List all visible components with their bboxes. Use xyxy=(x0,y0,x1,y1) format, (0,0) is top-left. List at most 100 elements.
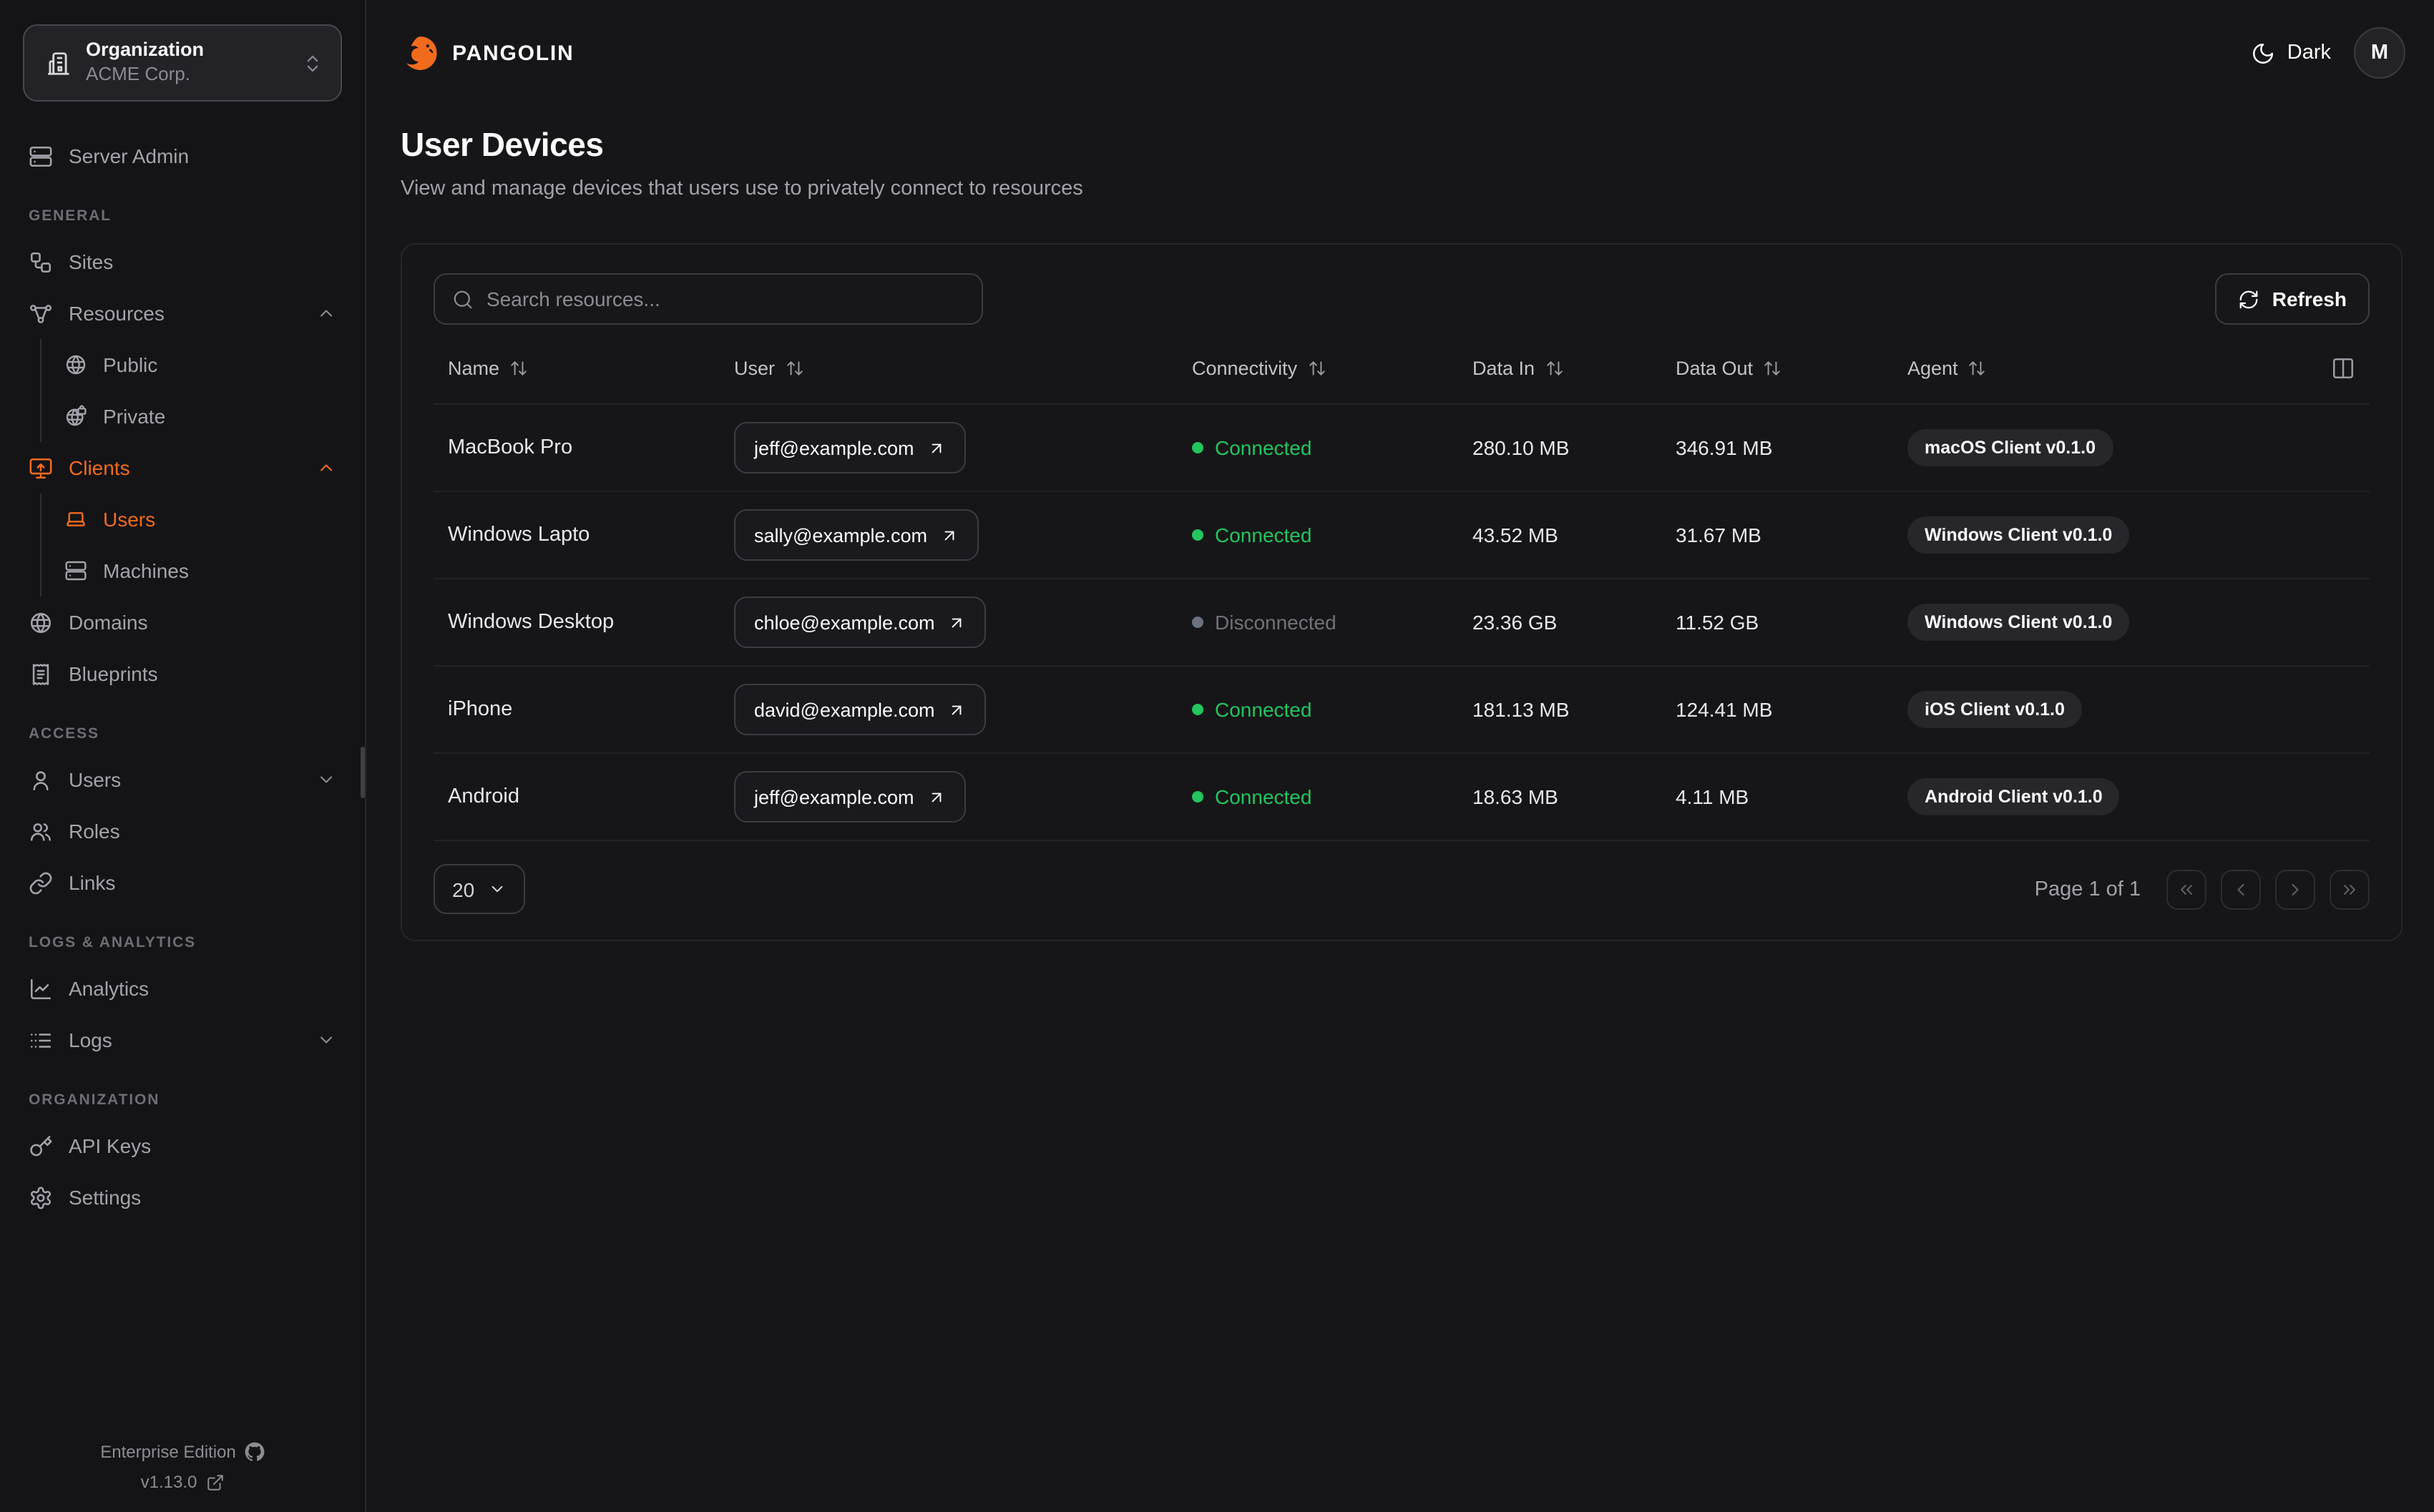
arrow-up-right-icon xyxy=(927,787,946,806)
status-label: Connected xyxy=(1215,698,1312,721)
github-icon[interactable] xyxy=(245,1442,265,1462)
sidebar-item-clients-users[interactable]: Users xyxy=(59,494,342,545)
section-general: GENERAL xyxy=(29,207,112,225)
connectivity-status: Connected xyxy=(1192,524,1472,546)
prev-page-button[interactable] xyxy=(2221,869,2261,909)
org-selector-label: Organization xyxy=(86,39,205,61)
chevron-up-icon[interactable] xyxy=(316,458,336,478)
first-page-button[interactable] xyxy=(2166,869,2206,909)
data-in: 280.10 MB xyxy=(1472,436,1570,459)
column-header-data-out[interactable]: Data Out xyxy=(1676,358,1907,379)
brand[interactable]: PANGOLIN xyxy=(401,34,575,72)
device-name: MacBook Pro xyxy=(448,436,573,459)
section-access: ACCESS xyxy=(29,725,99,742)
user-link-button[interactable]: david@example.com xyxy=(734,684,987,735)
columns-toggle-button[interactable] xyxy=(2331,356,2355,381)
globe-icon xyxy=(64,353,87,376)
sidebar-item-label: API Keys xyxy=(69,1134,152,1157)
sidebar-item-label: Private xyxy=(103,405,166,428)
sidebar-item-public[interactable]: Public xyxy=(59,339,342,391)
sidebar-item-machines[interactable]: Machines xyxy=(59,545,342,597)
data-in: 23.36 GB xyxy=(1472,611,1558,634)
data-out: 4.11 MB xyxy=(1676,785,1749,808)
status-label: Connected xyxy=(1215,785,1312,808)
user-link-button[interactable]: jeff@example.com xyxy=(734,771,966,823)
search-box xyxy=(434,273,983,325)
user-link-button[interactable]: sally@example.com xyxy=(734,509,979,561)
theme-toggle-button[interactable]: Dark xyxy=(2252,41,2331,65)
laptop-icon xyxy=(64,508,87,531)
sidebar-item-private[interactable]: Private xyxy=(59,391,342,442)
sidebar-item-settings[interactable]: Settings xyxy=(23,1172,342,1223)
connectivity-status: Disconnected xyxy=(1192,611,1472,634)
sidebar-item-roles[interactable]: Roles xyxy=(23,805,342,857)
chart-line-icon xyxy=(29,976,53,1001)
sidebar-item-sites[interactable]: Sites xyxy=(23,236,342,288)
sidebar-scrollbar-thumb[interactable] xyxy=(361,747,365,798)
column-header-name[interactable]: Name xyxy=(448,358,734,379)
pager: Page 1 of 1 xyxy=(2035,869,2370,909)
clients-subnav: Users Machines xyxy=(40,494,342,597)
sidebar-item-users[interactable]: Users xyxy=(23,754,342,805)
building-icon xyxy=(44,49,72,77)
page-size-select[interactable]: 20 xyxy=(434,864,525,914)
devices-card: Refresh Name User Connectivity Da xyxy=(401,243,2403,941)
sidebar-item-domains[interactable]: Domains xyxy=(23,597,342,648)
sidebar-nav: Server Admin GENERAL Sites Resources Pub… xyxy=(23,130,342,1223)
resources-subnav: Public Private xyxy=(40,339,342,442)
sidebar-item-logs[interactable]: Logs xyxy=(23,1014,342,1066)
link-icon xyxy=(29,870,53,895)
page-size-value: 20 xyxy=(452,878,475,900)
server-icon xyxy=(64,559,87,582)
device-name: Windows Desktop xyxy=(448,611,615,634)
org-selector[interactable]: Organization ACME Corp. xyxy=(23,24,342,102)
sidebar-item-clients[interactable]: Clients xyxy=(23,442,342,494)
chevron-down-icon[interactable] xyxy=(316,770,336,790)
card-toolbar: Refresh xyxy=(434,273,2370,325)
sort-icon xyxy=(509,359,528,378)
sort-icon xyxy=(1968,359,1987,378)
gear-icon xyxy=(29,1185,53,1209)
brand-name: PANGOLIN xyxy=(452,41,575,65)
sidebar-item-links[interactable]: Links xyxy=(23,857,342,908)
user-link-button[interactable]: chloe@example.com xyxy=(734,597,987,648)
data-in: 18.63 MB xyxy=(1472,785,1558,808)
sidebar-item-api-keys[interactable]: API Keys xyxy=(23,1120,342,1172)
avatar[interactable]: M xyxy=(2354,27,2405,79)
sidebar-item-resources[interactable]: Resources xyxy=(23,288,342,339)
device-name: Android xyxy=(448,785,519,808)
search-input[interactable] xyxy=(487,288,964,310)
agent-badge: Windows Client v0.1.0 xyxy=(1907,604,2130,641)
column-header-agent[interactable]: Agent xyxy=(1907,358,2307,379)
column-header-connectivity[interactable]: Connectivity xyxy=(1192,358,1472,379)
chevron-down-icon[interactable] xyxy=(316,1030,336,1050)
data-out: 124.41 MB xyxy=(1676,698,1773,721)
refresh-button[interactable]: Refresh xyxy=(2214,273,2370,325)
agent-badge: macOS Client v0.1.0 xyxy=(1907,429,2113,466)
sidebar-item-analytics[interactable]: Analytics xyxy=(23,963,342,1014)
sidebar-item-server-admin[interactable]: Server Admin xyxy=(23,130,342,182)
user-email: david@example.com xyxy=(754,699,935,720)
column-header-user[interactable]: User xyxy=(734,358,1192,379)
sidebar-item-label: Clients xyxy=(69,456,130,479)
device-name: Windows Lapto xyxy=(448,524,590,546)
chevron-up-icon[interactable] xyxy=(316,303,336,323)
app: Organization ACME Corp. Server Admin GEN… xyxy=(0,0,2434,1512)
sidebar-item-blueprints[interactable]: Blueprints xyxy=(23,648,342,699)
arrow-up-right-icon xyxy=(940,526,959,544)
version-link[interactable]: v1.13.0 xyxy=(141,1472,197,1492)
sort-icon xyxy=(785,359,803,378)
data-in: 43.52 MB xyxy=(1472,524,1558,546)
table-row: Android jeff@example.com Connected 18.63… xyxy=(434,754,2370,841)
globe-lock-icon xyxy=(64,405,87,428)
last-page-button[interactable] xyxy=(2330,869,2370,909)
status-dot xyxy=(1192,442,1203,453)
user-link-button[interactable]: jeff@example.com xyxy=(734,422,966,473)
sidebar-item-label: Settings xyxy=(69,1186,142,1209)
search-icon xyxy=(452,288,474,310)
connectivity-status: Connected xyxy=(1192,785,1472,808)
next-page-button[interactable] xyxy=(2275,869,2315,909)
column-header-data-in[interactable]: Data In xyxy=(1472,358,1676,379)
status-label: Connected xyxy=(1215,524,1312,546)
moon-icon xyxy=(2252,41,2276,65)
